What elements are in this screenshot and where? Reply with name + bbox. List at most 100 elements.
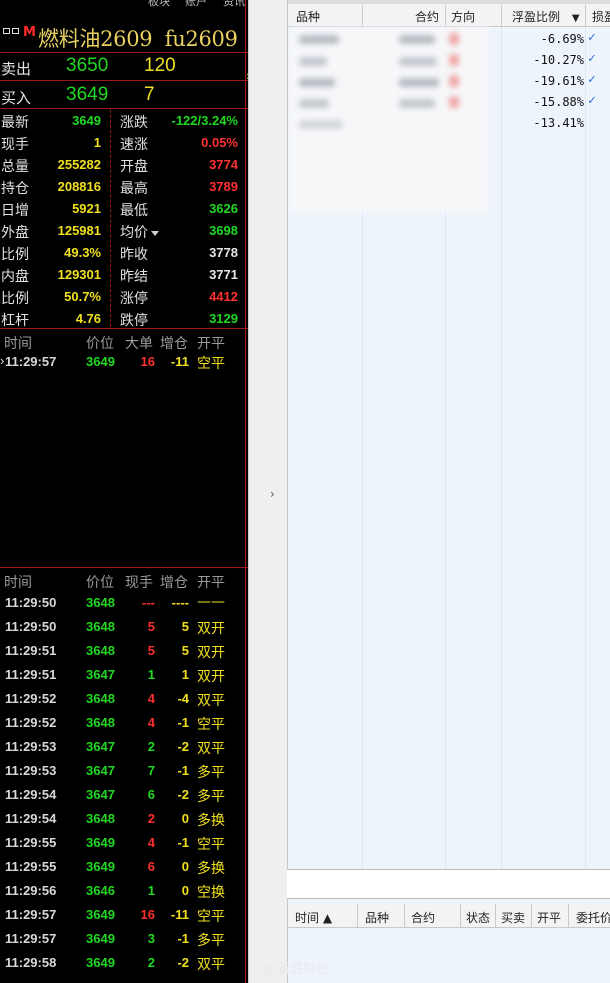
tick-row[interactable]: 11:29:58 3649 2 -2 双平 bbox=[0, 951, 248, 975]
col-stop-loss[interactable]: 损盈 bbox=[592, 8, 610, 25]
tick-type: 多换 bbox=[197, 861, 225, 877]
quote-label: 涨跌 bbox=[120, 112, 148, 132]
col-volume: 现手 bbox=[125, 575, 153, 591]
nav-account[interactable]: 账户 bbox=[185, 0, 207, 8]
quote-label: 昨结 bbox=[120, 266, 148, 286]
expand-chevron-icon[interactable]: › bbox=[270, 487, 275, 501]
nav-blocks[interactable]: 板块 bbox=[148, 0, 170, 8]
dropdown-caret-icon[interactable] bbox=[151, 230, 159, 236]
position-row[interactable]: -15.88% ✓ bbox=[288, 92, 610, 113]
row-marker-icon: › bbox=[0, 353, 5, 368]
tick-time: 11:29:52 bbox=[5, 691, 57, 706]
tick-type: 多平 bbox=[197, 789, 225, 805]
tick-type: 双开 bbox=[197, 645, 225, 661]
quote-row: 内盘 129301 昨结 3771 bbox=[0, 264, 248, 286]
tick-row[interactable]: 11:29:53 3647 7 -1 多平 bbox=[0, 759, 248, 783]
tick-oi: -1 bbox=[177, 715, 189, 730]
tick-row[interactable]: 11:29:57 3649 16 -11 空平 bbox=[0, 903, 248, 927]
tick-volume: 7 bbox=[147, 763, 155, 778]
tick-type: 双开 bbox=[197, 669, 225, 685]
tick-row[interactable]: 11:29:55 3649 6 0 多换 bbox=[0, 855, 248, 879]
quote-label-text: 涨停 bbox=[120, 291, 148, 307]
tick-price: 3648 bbox=[86, 595, 115, 610]
tick-row[interactable]: 11:29:50 3648 5 5 双开 bbox=[0, 615, 248, 639]
quote-label: 内盘 bbox=[1, 269, 29, 285]
position-row[interactable]: -10.27% ✓ bbox=[288, 50, 610, 71]
tick-row[interactable]: 11:29:51 3648 5 5 双开 bbox=[0, 639, 248, 663]
tick-oi: -4 bbox=[177, 691, 189, 706]
quote-value: 3774 bbox=[209, 157, 238, 172]
quote-label: 开盘 bbox=[120, 156, 148, 176]
col-order-price[interactable]: 委托价 bbox=[576, 909, 610, 926]
quote-value: 3649 bbox=[72, 113, 101, 128]
big-order-oi: -11 bbox=[170, 354, 189, 369]
window-icon bbox=[3, 28, 10, 34]
col-open-close: 开平 bbox=[197, 575, 225, 591]
check-icon[interactable]: ✓ bbox=[588, 93, 596, 108]
quote-label: 持仓 bbox=[1, 181, 29, 197]
col-pnl-ratio[interactable]: 浮盈比例 ▼ bbox=[512, 8, 580, 25]
col-time: 时间 bbox=[4, 575, 32, 591]
tick-price: 3649 bbox=[86, 907, 115, 922]
col-product[interactable]: 品种 bbox=[365, 909, 389, 926]
tick-oi: -1 bbox=[177, 763, 189, 778]
tick-price: 3647 bbox=[86, 739, 115, 754]
pnl-ratio: -19.61% bbox=[533, 74, 584, 88]
tick-volume: 2 bbox=[147, 739, 155, 754]
tick-price: 3649 bbox=[86, 859, 115, 874]
bid-volume: 7 bbox=[144, 84, 155, 105]
tick-row[interactable]: 11:29:52 3648 4 -4 双平 bbox=[0, 687, 248, 711]
quote-label: 涨停 bbox=[120, 288, 148, 308]
bid-price[interactable]: 3649 bbox=[66, 84, 108, 106]
check-icon[interactable]: ✓ bbox=[588, 51, 596, 66]
tick-price: 3648 bbox=[86, 619, 115, 634]
check-icon[interactable]: ✓ bbox=[588, 72, 596, 87]
tick-row[interactable]: 11:29:54 3647 6 -2 多平 bbox=[0, 783, 248, 807]
tick-row[interactable]: 11:29:50 3648 --- ---- —— bbox=[0, 591, 248, 615]
quote-label-text: 涨跌 bbox=[120, 115, 148, 131]
quote-label: 最高 bbox=[120, 178, 148, 198]
col-product[interactable]: 品种 bbox=[296, 8, 320, 25]
tick-row[interactable]: 11:29:53 3647 2 -2 双平 bbox=[0, 735, 248, 759]
tick-row[interactable]: 11:29:51 3647 1 1 双开 bbox=[0, 663, 248, 687]
big-order-volume: 16 bbox=[140, 354, 155, 369]
tick-row[interactable]: 11:29:56 3646 1 0 空换 bbox=[0, 879, 248, 903]
quote-value: 5921 bbox=[72, 201, 101, 216]
tick-volume: 1 bbox=[147, 667, 155, 682]
tick-type: 双平 bbox=[197, 693, 225, 709]
position-row[interactable]: -6.69% ✓ bbox=[288, 29, 610, 50]
tick-row[interactable]: 11:29:57 3649 3 -1 多平 bbox=[0, 927, 248, 951]
panel-splitter[interactable]: › bbox=[248, 0, 287, 983]
quote-value: 50.7% bbox=[64, 289, 101, 304]
col-status[interactable]: 状态 bbox=[466, 909, 490, 926]
position-row[interactable]: -13.41% bbox=[288, 113, 610, 134]
position-row[interactable]: -19.61% ✓ bbox=[288, 71, 610, 92]
col-pnl-ratio-label: 浮盈比例 bbox=[512, 10, 561, 24]
tick-oi: -2 bbox=[177, 739, 189, 754]
nav-news[interactable]: 资讯 bbox=[223, 0, 245, 8]
big-order-row[interactable]: › 11:29:57 3649 16 -11 空平 bbox=[0, 350, 248, 374]
quote-label: 现手 bbox=[1, 137, 29, 153]
tick-time: 11:29:56 bbox=[5, 883, 57, 898]
col-open-close[interactable]: 开平 bbox=[537, 909, 561, 926]
quote-value: 4412 bbox=[209, 289, 238, 304]
tick-volume: 4 bbox=[147, 691, 155, 706]
tick-row[interactable]: 11:29:55 3649 4 -1 空平 bbox=[0, 831, 248, 855]
ask-price[interactable]: 3650 bbox=[66, 55, 108, 77]
tick-volume: 3 bbox=[147, 931, 155, 946]
col-contract[interactable]: 合约 bbox=[415, 8, 439, 25]
col-contract[interactable]: 合约 bbox=[411, 909, 435, 926]
quote-label: 最低 bbox=[120, 200, 148, 220]
tick-time: 11:29:55 bbox=[5, 835, 57, 850]
col-buy-sell[interactable]: 买卖 bbox=[501, 909, 525, 926]
tick-row[interactable]: 11:29:54 3648 2 0 多换 bbox=[0, 807, 248, 831]
tick-row[interactable]: 11:29:52 3648 4 -1 空平 bbox=[0, 711, 248, 735]
col-direction[interactable]: 方向 bbox=[451, 8, 475, 25]
bid-row: 买入 3649 7 bbox=[0, 82, 248, 110]
account-panel: 品种 合约 方向 浮盈比例 ▼ 损盈 bbox=[287, 0, 610, 983]
tick-oi: -2 bbox=[177, 787, 189, 802]
quote-label: 杠杆 bbox=[1, 313, 29, 329]
tick-volume: 16 bbox=[140, 907, 155, 922]
col-time-sort[interactable]: 时间 ▲ bbox=[295, 909, 332, 926]
check-icon[interactable]: ✓ bbox=[588, 30, 596, 45]
